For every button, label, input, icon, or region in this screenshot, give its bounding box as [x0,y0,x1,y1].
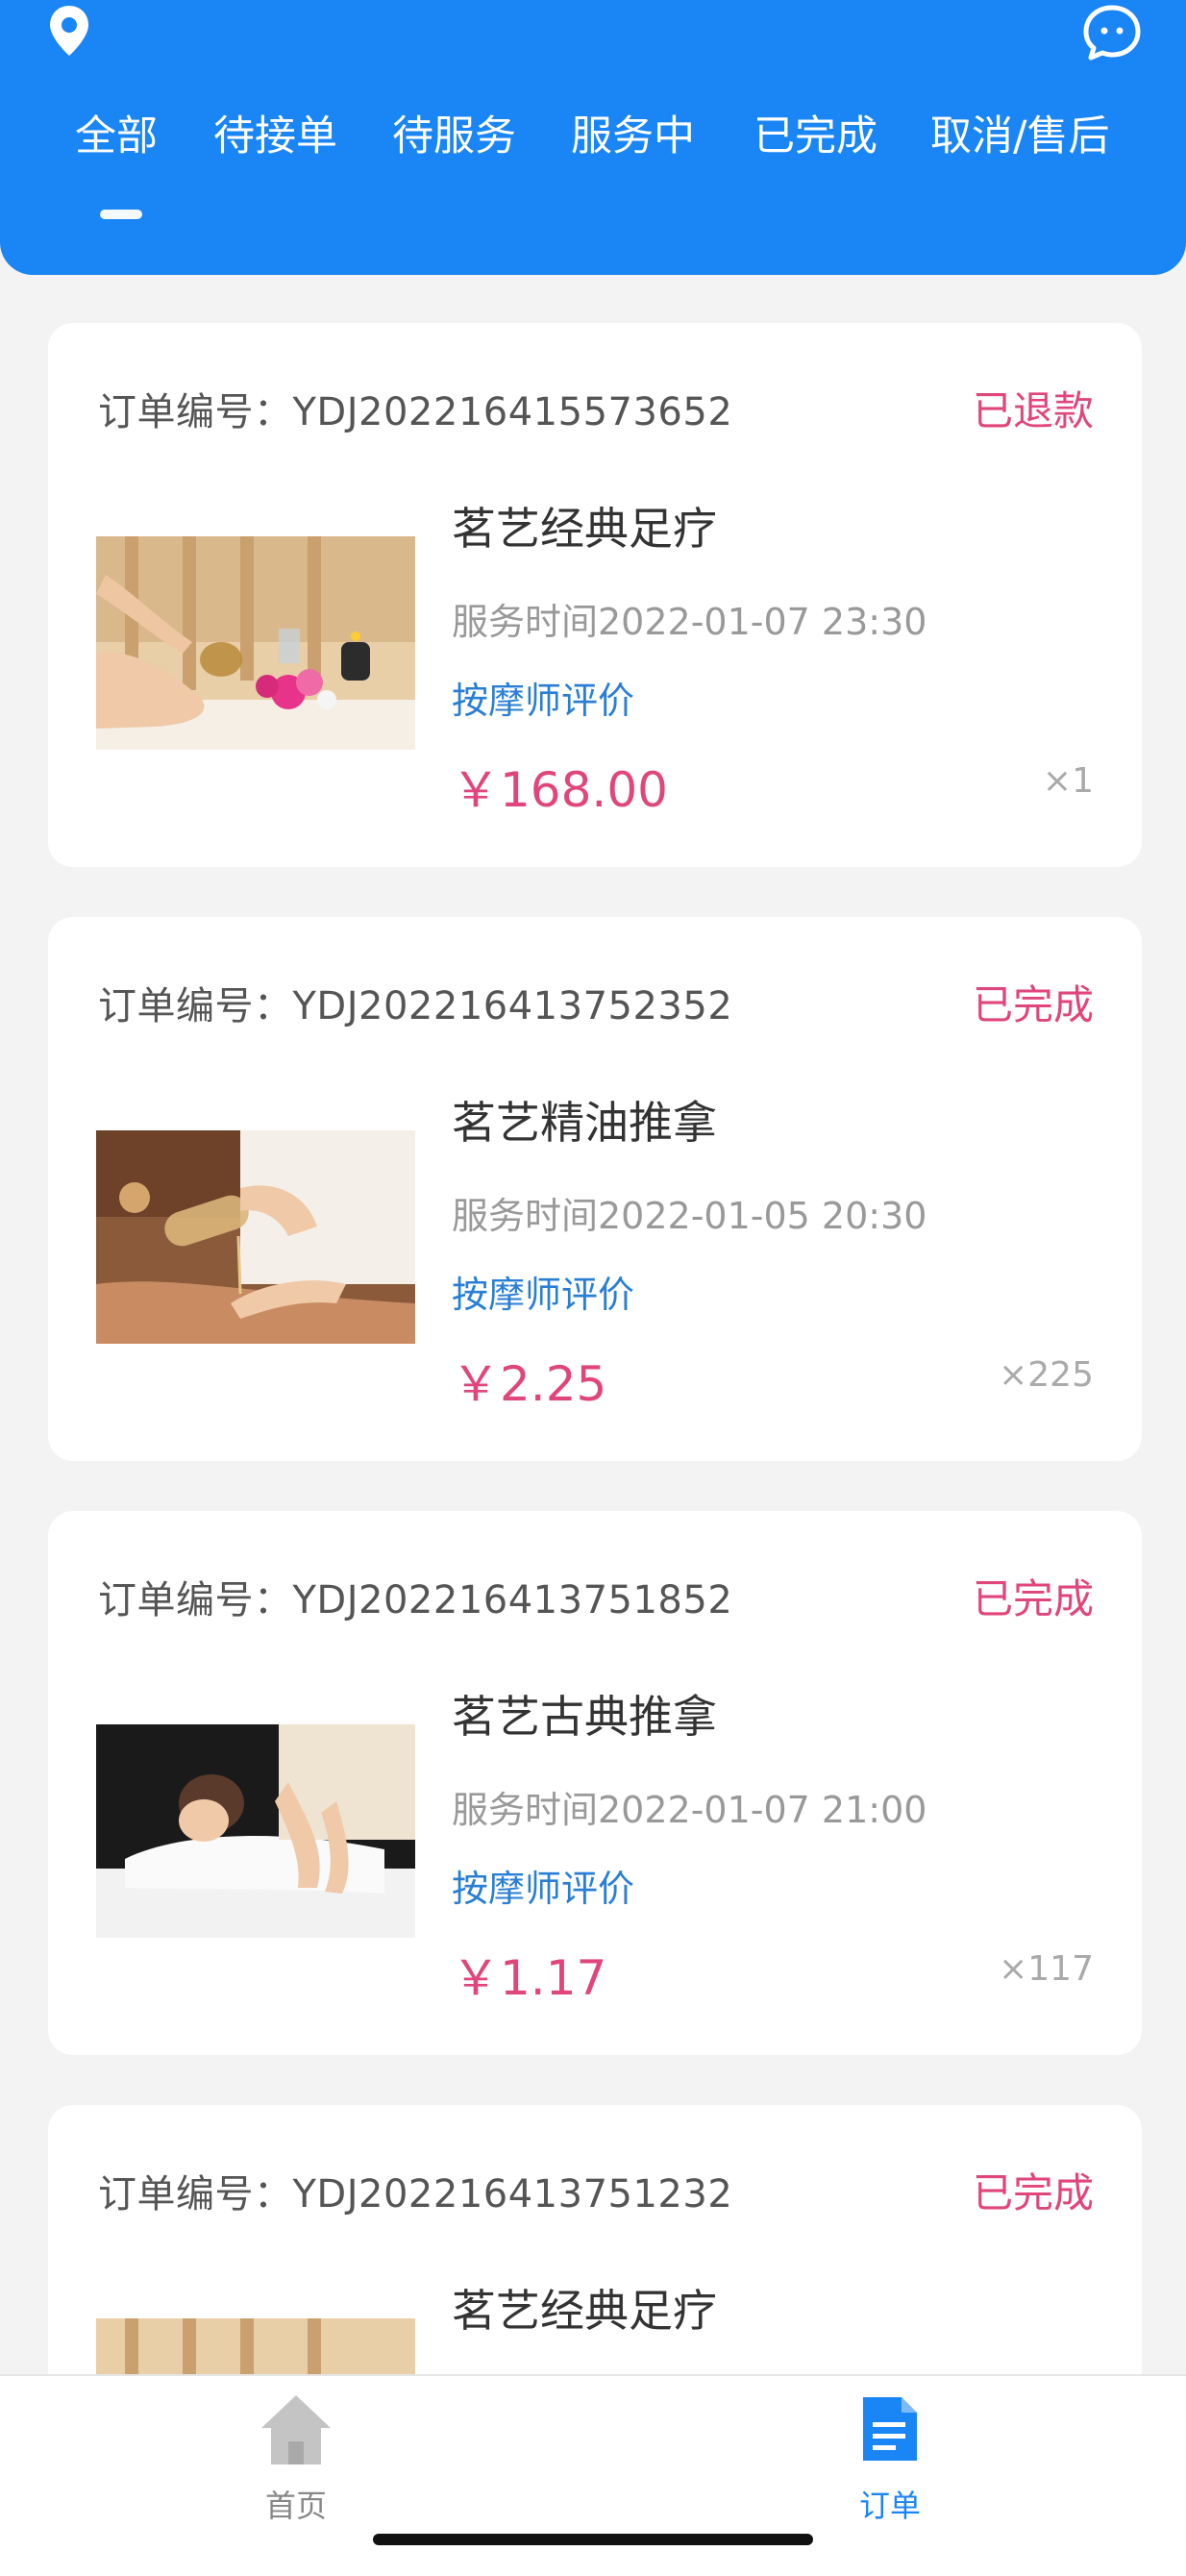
home-icon [258,2391,334,2468]
order-price: ￥1.17 [452,1950,607,2006]
order-price: ￥2.25 [452,1356,607,1412]
tab-cancel-aftersale[interactable]: 取消/售后 [930,108,1110,165]
tab-all[interactable]: 全部 [75,108,158,165]
tab-pending-service[interactable]: 待服务 [392,108,516,165]
tab-pending-accept[interactable]: 待接单 [213,108,337,165]
service-time: 服务时间2022-01-07 21:00 [452,1789,927,1831]
oil-massage-image [96,1130,415,1344]
order-price: ￥168.00 [452,762,668,818]
bottom-tab-bar: 首页 订单 [0,2374,1186,2576]
location-pin-icon[interactable] [46,4,92,58]
service-time: 服务时间2022-01-07 23:30 [452,601,927,643]
review-therapist-link[interactable]: 按摩师评价 [452,1265,634,1318]
service-name: 茗艺经典足疗 [452,2285,717,2337]
order-status: 已完成 [972,981,1094,1028]
order-card[interactable]: 订单编号：YDJ202216413752352 已完成 茗艺精油推拿 服务时间2… [48,917,1142,1461]
active-tab-indicator [100,210,142,219]
tabbar-label-orders: 订单 [858,2488,921,2524]
document-icon [857,2393,923,2465]
header: 全部 待接单 待服务 服务中 已完成 取消/售后 [0,0,1186,275]
foot-spa-image [96,536,415,750]
review-therapist-link[interactable]: 按摩师评价 [452,671,634,724]
service-name: 茗艺古典推拿 [452,1691,717,1743]
chat-bubble-icon[interactable] [1082,4,1142,62]
home-indicator [373,2534,813,2545]
order-filter-tabs: 全部 待接单 待服务 服务中 已完成 取消/售后 [0,108,1186,165]
tabbar-label-home: 首页 [264,2488,327,2524]
service-name: 茗艺精油推拿 [452,1097,717,1149]
tab-in-service[interactable]: 服务中 [571,108,695,165]
order-status: 已完成 [972,2169,1094,2217]
tab-completed[interactable]: 已完成 [754,108,877,165]
order-status: 已退款 [972,387,1094,434]
order-quantity: ×225 [999,1355,1094,1395]
order-quantity: ×1 [1042,761,1094,801]
order-card[interactable]: 订单编号：YDJ202216415573652 已退款 茗艺经典足疗 服务时间2… [48,323,1142,867]
order-number: 订单编号：YDJ202216413752352 [98,984,733,1028]
tabbar-item-orders[interactable]: 订单 [813,2391,967,2524]
service-name: 茗艺经典足疗 [452,503,717,555]
service-time: 服务时间2022-01-05 20:30 [452,1195,927,1237]
order-status: 已完成 [972,1575,1094,1622]
tabbar-item-home[interactable]: 首页 [219,2391,373,2524]
classic-massage-image [96,1724,415,1938]
order-card[interactable]: 订单编号：YDJ202216413751852 已完成 茗艺古典推拿 服务时间2… [48,1511,1142,2055]
order-quantity: ×117 [999,1949,1094,1989]
review-therapist-link[interactable]: 按摩师评价 [452,1859,634,1912]
order-number: 订单编号：YDJ202216413751232 [98,2172,733,2217]
order-number: 订单编号：YDJ202216413751852 [98,1578,733,1622]
order-number: 订单编号：YDJ202216415573652 [98,390,733,434]
